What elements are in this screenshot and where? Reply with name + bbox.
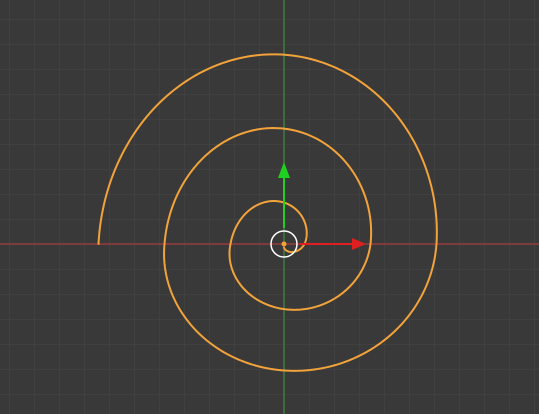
object-origin-dot [281,241,287,247]
3d-viewport[interactable] [0,0,539,414]
viewport-background [0,0,539,414]
